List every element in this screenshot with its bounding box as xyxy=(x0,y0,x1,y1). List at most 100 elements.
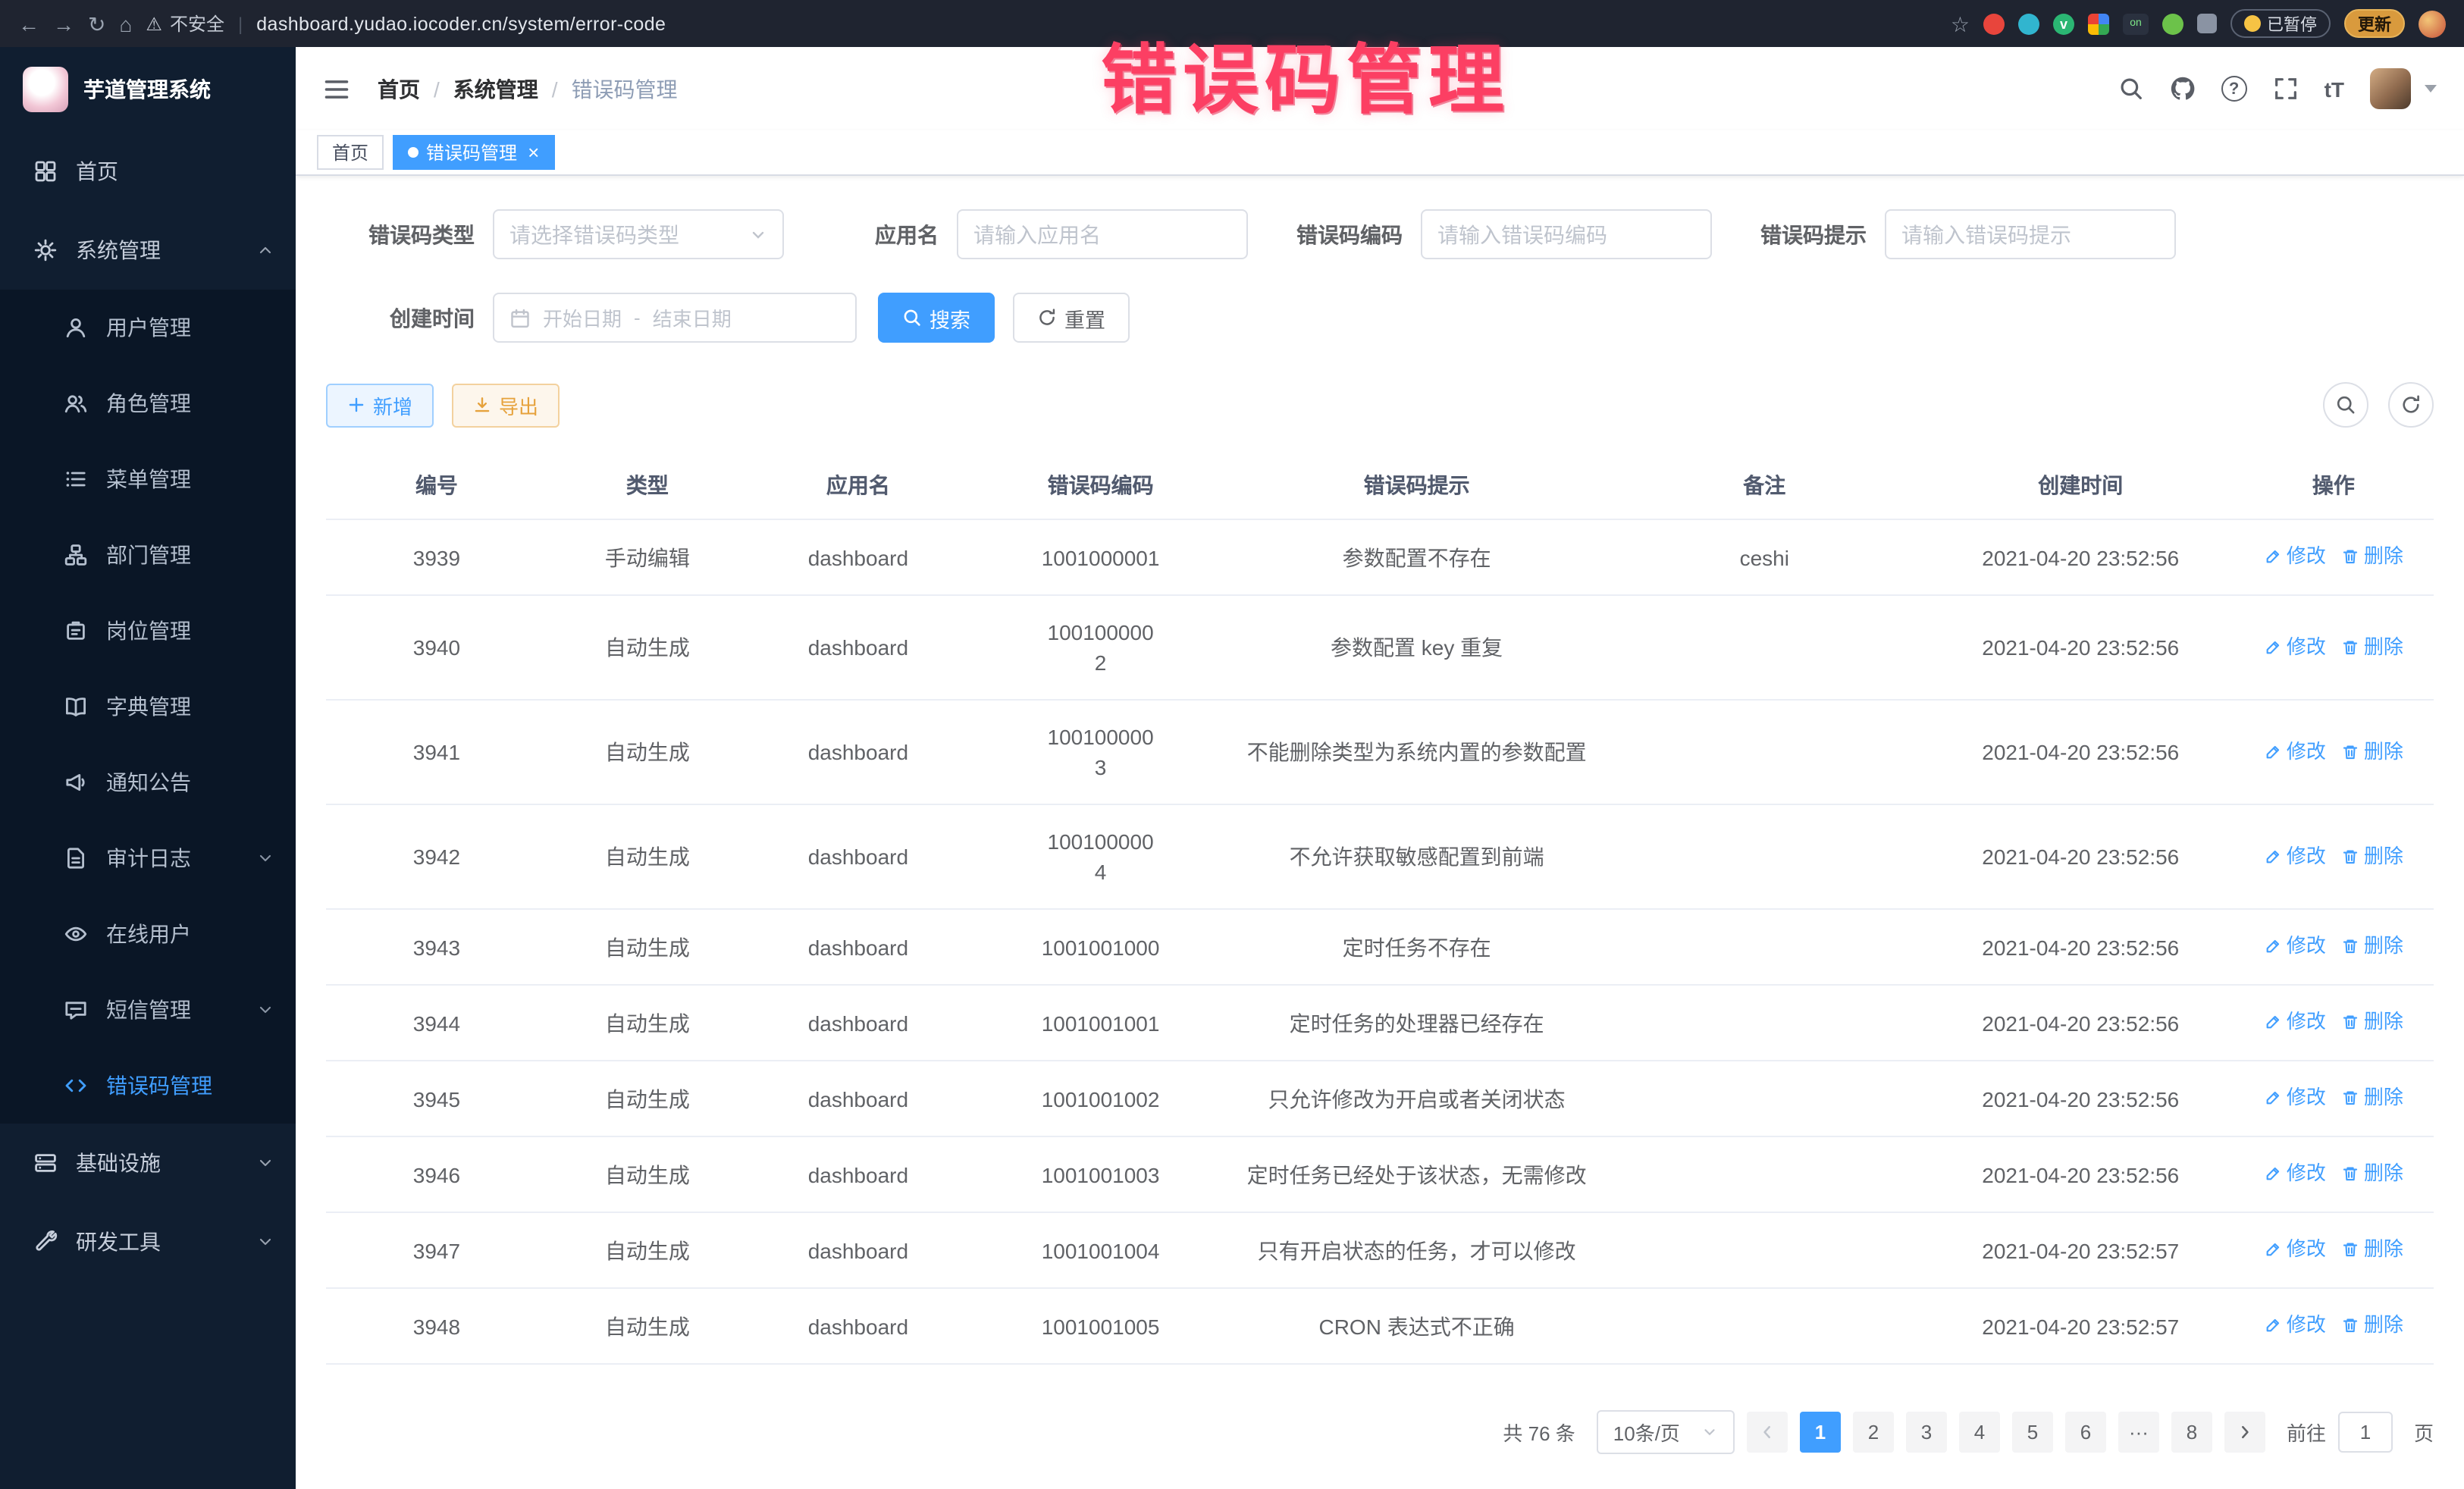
goto-page-input[interactable]: 1 xyxy=(2338,1412,2393,1453)
delete-link[interactable]: 删除 xyxy=(2341,1007,2403,1037)
sidebar-item[interactable]: 在线用户 xyxy=(0,896,296,972)
edit-link[interactable]: 修改 xyxy=(2264,541,2326,572)
extensions-puzzle-icon[interactable] xyxy=(2197,14,2217,33)
extension-icon[interactable] xyxy=(2018,13,2039,34)
page-button[interactable]: 2 xyxy=(1853,1412,1894,1453)
page-size-select[interactable]: 10条/页 xyxy=(1597,1410,1735,1454)
edit-link[interactable]: 修改 xyxy=(2264,632,2326,662)
next-page-button[interactable] xyxy=(2224,1412,2265,1453)
delete-link[interactable]: 删除 xyxy=(2341,632,2403,662)
prev-page-button[interactable] xyxy=(1747,1412,1788,1453)
sidebar-item[interactable]: 系统管理 xyxy=(0,211,296,290)
time-cell: 2021-04-20 23:52:56 xyxy=(1928,1061,2234,1136)
user-avatar[interactable] xyxy=(2370,68,2411,109)
edit-link[interactable]: 修改 xyxy=(2264,1158,2326,1189)
edit-link[interactable]: 修改 xyxy=(2264,1234,2326,1265)
type-cell: 自动生成 xyxy=(547,804,748,909)
extension-icon[interactable] xyxy=(2162,13,2183,34)
tab-error-code[interactable]: 错误码管理 × xyxy=(393,135,554,170)
extension-icon[interactable]: on xyxy=(2123,13,2149,34)
avatar-caret-icon[interactable] xyxy=(2425,85,2437,92)
delete-link[interactable]: 删除 xyxy=(2341,736,2403,766)
fullscreen-icon[interactable] xyxy=(2273,76,2299,102)
column-header: 创建时间 xyxy=(1928,452,2234,519)
edit-link[interactable]: 修改 xyxy=(2264,841,2326,871)
edit-link[interactable]: 修改 xyxy=(2264,736,2326,766)
sidebar-item[interactable]: 审计日志 xyxy=(0,820,296,896)
search-icon[interactable] xyxy=(2118,76,2144,102)
close-tab-icon[interactable]: × xyxy=(528,143,539,162)
delete-link[interactable]: 删除 xyxy=(2341,841,2403,871)
delete-link[interactable]: 删除 xyxy=(2341,1234,2403,1265)
home-icon[interactable]: ⌂ xyxy=(119,13,132,34)
search-button[interactable]: 搜索 xyxy=(878,293,995,343)
refresh-table-button[interactable] xyxy=(2388,382,2434,428)
message-cell: 不允许获取敏感配置到前端 xyxy=(1232,804,1601,909)
tab-home[interactable]: 首页 xyxy=(317,135,384,170)
app-logo[interactable]: 芋道管理系统 xyxy=(0,47,296,132)
page-button[interactable]: 1 xyxy=(1800,1412,1841,1453)
extension-icon[interactable] xyxy=(2088,13,2109,34)
paused-badge[interactable]: 已暂停 xyxy=(2230,9,2331,38)
remark-cell xyxy=(1601,1288,1928,1364)
edit-link[interactable]: 修改 xyxy=(2264,1310,2326,1340)
error-hint-input[interactable]: 请输入错误码提示 xyxy=(1885,209,2176,259)
breadcrumb-home[interactable]: 首页 xyxy=(378,74,420,104)
sidebar-item[interactable]: 研发工具 xyxy=(0,1202,296,1281)
error-code-input[interactable]: 请输入错误码编码 xyxy=(1421,209,1712,259)
security-indicator[interactable]: ⚠ 不安全 xyxy=(146,11,224,36)
page-button[interactable]: 4 xyxy=(1959,1412,2000,1453)
sidebar-item[interactable]: 错误码管理 xyxy=(0,1048,296,1124)
add-button[interactable]: 新增 xyxy=(326,383,434,427)
font-size-icon[interactable]: tT xyxy=(2324,77,2344,101)
page-button[interactable]: 6 xyxy=(2065,1412,2106,1453)
edit-link[interactable]: 修改 xyxy=(2264,1083,2326,1113)
page-button[interactable]: 8 xyxy=(2171,1412,2212,1453)
address-url[interactable]: dashboard.yudao.iocoder.cn/system/error-… xyxy=(256,13,666,34)
delete-link[interactable]: 删除 xyxy=(2341,541,2403,572)
chevron-down-icon xyxy=(256,1233,274,1251)
breadcrumb-system[interactable]: 系统管理 xyxy=(453,74,538,104)
filter-time-label: 创建时间 xyxy=(326,303,493,333)
sidebar-item[interactable]: 短信管理 xyxy=(0,972,296,1048)
sidebar-item[interactable]: 首页 xyxy=(0,132,296,211)
extension-icon[interactable]: v xyxy=(2053,13,2074,34)
delete-link[interactable]: 删除 xyxy=(2341,1310,2403,1340)
reset-button[interactable]: 重置 xyxy=(1013,293,1130,343)
help-icon[interactable]: ? xyxy=(2221,76,2247,102)
page-button[interactable]: 5 xyxy=(2012,1412,2053,1453)
hamburger-icon[interactable] xyxy=(323,75,350,102)
export-button[interactable]: 导出 xyxy=(452,383,560,427)
error-type-select[interactable]: 请选择错误码类型 xyxy=(493,209,784,259)
sidebar-item[interactable]: 字典管理 xyxy=(0,669,296,744)
message-cell: 不能删除类型为系统内置的参数配置 xyxy=(1232,700,1601,804)
sidebar-item[interactable]: 部门管理 xyxy=(0,517,296,593)
back-icon[interactable]: ← xyxy=(18,13,39,34)
sidebar-item[interactable]: 基础设施 xyxy=(0,1124,296,1202)
delete-link[interactable]: 删除 xyxy=(2341,931,2403,961)
page-more-button[interactable]: ··· xyxy=(2118,1412,2159,1453)
browser-profile-avatar[interactable] xyxy=(2419,10,2446,37)
sidebar-item[interactable]: 岗位管理 xyxy=(0,593,296,669)
extension-icon[interactable] xyxy=(1983,13,2005,34)
reload-icon[interactable]: ↻ xyxy=(88,13,105,34)
github-icon[interactable] xyxy=(2170,76,2196,102)
page-button[interactable]: 3 xyxy=(1906,1412,1947,1453)
bookmark-star-icon[interactable]: ☆ xyxy=(1951,13,1970,34)
date-range-picker[interactable]: 开始日期 - 结束日期 xyxy=(493,293,857,343)
sidebar-item[interactable]: 通知公告 xyxy=(0,744,296,820)
delete-link[interactable]: 删除 xyxy=(2341,1158,2403,1189)
id-cell: 3939 xyxy=(326,519,547,595)
sidebar-item[interactable]: 用户管理 xyxy=(0,290,296,365)
update-button[interactable]: 更新 xyxy=(2344,9,2405,38)
app-title: 芋道管理系统 xyxy=(83,74,211,105)
sidebar-item[interactable]: 角色管理 xyxy=(0,365,296,441)
delete-link[interactable]: 删除 xyxy=(2341,1083,2403,1113)
show-search-button[interactable] xyxy=(2323,382,2368,428)
app-name-input[interactable]: 请输入应用名 xyxy=(957,209,1248,259)
forward-icon[interactable]: → xyxy=(53,13,74,34)
actions-cell: 修改删除 xyxy=(2234,804,2434,909)
sidebar-item[interactable]: 菜单管理 xyxy=(0,441,296,517)
edit-link[interactable]: 修改 xyxy=(2264,931,2326,961)
edit-link[interactable]: 修改 xyxy=(2264,1007,2326,1037)
